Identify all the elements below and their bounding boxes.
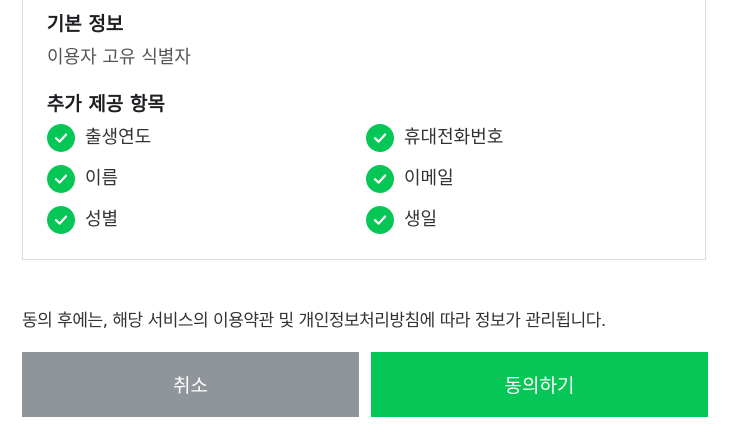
agree-button[interactable]: 동의하기 <box>371 352 708 417</box>
extra-item-birthday: 생일 <box>366 206 437 234</box>
check-circle-icon <box>366 165 394 193</box>
basic-info-title: 기본 정보 <box>47 13 124 35</box>
extra-item-label: 출생연도 <box>85 127 152 148</box>
extra-item-label: 이름 <box>85 168 119 189</box>
consent-page: 기본 정보 이용자 고유 식별자 추가 제공 항목 출생연도 휴대전화번호 이름 <box>0 0 730 448</box>
extra-item-label: 성별 <box>85 209 119 230</box>
check-circle-icon <box>47 165 75 193</box>
extra-item-label: 휴대전화번호 <box>404 127 504 148</box>
consent-notice: 동의 후에는, 해당 서비스의 이용약관 및 개인정보처리방침에 따라 정보가 … <box>22 311 606 331</box>
check-circle-icon <box>47 206 75 234</box>
extra-info-title: 추가 제공 항목 <box>47 93 166 115</box>
extra-item-email: 이메일 <box>366 165 454 193</box>
cancel-button[interactable]: 취소 <box>22 352 359 417</box>
basic-info-item: 이용자 고유 식별자 <box>47 47 191 68</box>
extra-item-phone: 휴대전화번호 <box>366 124 503 152</box>
extra-item-birth-year: 출생연도 <box>47 124 151 152</box>
extra-item-label: 생일 <box>404 209 438 230</box>
check-circle-icon <box>366 124 394 152</box>
extra-item-name: 이름 <box>47 165 118 193</box>
check-circle-icon <box>366 206 394 234</box>
extra-item-label: 이메일 <box>404 168 454 189</box>
check-circle-icon <box>47 124 75 152</box>
provided-info-box: 기본 정보 이용자 고유 식별자 추가 제공 항목 출생연도 휴대전화번호 이름 <box>22 0 706 260</box>
extra-item-gender: 성별 <box>47 206 118 234</box>
